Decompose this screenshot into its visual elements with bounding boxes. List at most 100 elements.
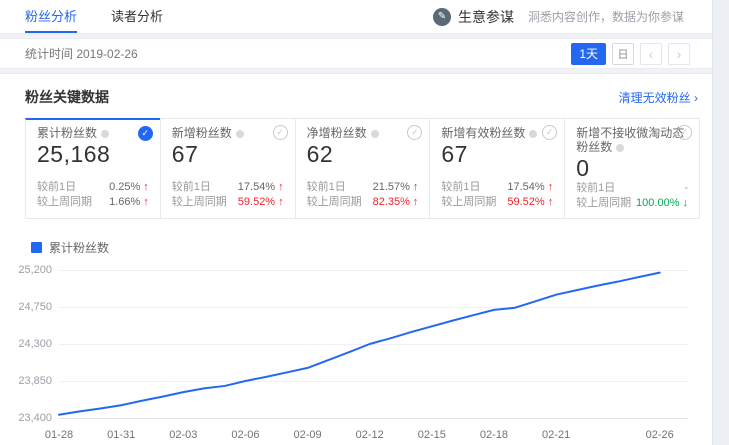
compare-value: 0.25% (109, 180, 140, 195)
stat-card-2[interactable]: ✓净增粉丝数 62 较前1日21.57%↑较上周同期82.35%↑ (295, 118, 431, 219)
line-series (59, 273, 660, 415)
compare-label: 较上周同期 (37, 195, 92, 210)
tab-reader-analysis[interactable]: 读者分析 (111, 0, 163, 33)
compare-row: 较前1日21.57%↑ (307, 180, 419, 195)
compare-value: 1.66% (109, 195, 140, 210)
x-tick-label: 02-03 (169, 429, 197, 441)
brand-lockup[interactable]: ✎ 生意参谋 洞悉内容创作，数据为你参谋 (433, 0, 684, 33)
card-compare-rows: 较前1日21.57%↑较上周同期82.35%↑ (307, 180, 419, 210)
compare-value: 17.54% (238, 180, 275, 195)
prev-day-button[interactable]: ‹ (640, 43, 662, 65)
y-tick-label: 23,400 (18, 412, 52, 424)
compare-label: 较上周同期 (576, 196, 631, 211)
calendar-button[interactable]: 日 (612, 43, 634, 65)
compare-label: 较前1日 (37, 180, 76, 195)
next-day-button[interactable]: › (668, 43, 690, 65)
calendar-icon: 日 (618, 46, 629, 62)
info-dot-icon (616, 144, 624, 152)
pen-circle-logo-icon: ✎ (433, 8, 451, 26)
compare-value: 59.52% (507, 195, 544, 210)
card-value: 67 (172, 142, 284, 167)
stat-card-4[interactable]: ✓新增不接收微淘动态粉丝数0较前1日 - 较上周同期 100.00%↓ (564, 118, 700, 219)
check-circle-icon[interactable]: ✓ (542, 125, 557, 140)
stat-time-label: 统计时间 2019-02-26 (25, 45, 138, 62)
card-title: 新增有效粉丝数 (441, 126, 553, 140)
compare-row: 较上周同期 100.00%↓ (576, 196, 688, 211)
info-dot-icon (236, 130, 244, 138)
compare-row: 较前1日 0.25%↑ (37, 180, 149, 195)
section-header: 粉丝关键数据 清理无效粉丝 › (25, 87, 700, 107)
arrow-up-icon: ↑ (143, 180, 149, 195)
compare-label: 较上周同期 (307, 195, 362, 210)
compare-label: 较前1日 (576, 181, 615, 196)
check-circle-icon[interactable]: ✓ (273, 125, 288, 140)
compare-value: 100.00% (636, 196, 679, 211)
info-dot-icon (101, 130, 109, 138)
chevron-right-icon: › (677, 46, 682, 62)
arrow-up-icon: ↑ (413, 180, 419, 195)
clean-invalid-fans-link[interactable]: 清理无效粉丝 › (619, 89, 698, 106)
card-title: 新增粉丝数 (172, 126, 284, 140)
top-tab-bar: 粉丝分析 读者分析 ✎ 生意参谋 洞悉内容创作，数据为你参谋 (0, 0, 712, 33)
arrow-up-icon: ↑ (278, 195, 284, 210)
range-1day-button[interactable]: 1天 (571, 43, 606, 65)
compare-value: 59.52% (238, 195, 275, 210)
legend-label: 累计粉丝数 (49, 239, 109, 256)
gridline (59, 418, 688, 419)
content-area: 粉丝关键数据 清理无效粉丝 › ✓累计粉丝数25,168较前1日0.25%↑较上… (0, 74, 712, 445)
card-value: 62 (307, 142, 419, 167)
info-dot-icon (529, 130, 537, 138)
y-tick-label: 24,750 (18, 301, 52, 313)
compare-label: 较前1日 (441, 180, 480, 195)
chevron-left-icon: ‹ (649, 46, 654, 62)
arrow-down-icon: ↓ (682, 196, 688, 211)
compare-label: 较前1日 (172, 180, 211, 195)
card-title: 新增不接收微淘动态粉丝数 (576, 126, 688, 154)
compare-label: 较上周同期 (441, 195, 496, 210)
x-tick-label: 01-31 (107, 429, 135, 441)
x-tick-label: 02-12 (356, 429, 384, 441)
chart-legend[interactable]: 累计粉丝数 (31, 239, 700, 256)
brand-slogan: 洞悉内容创作，数据为你参谋 (528, 8, 684, 25)
date-controls: 1天 日 ‹ › (571, 43, 690, 65)
stat-card-3[interactable]: ✓新增有效粉丝数67较前1日17.54%↑较上周同期59.52%↑ (429, 118, 565, 219)
compare-value: - (684, 181, 688, 196)
stat-card-1[interactable]: ✓新增粉丝数 67 较前1日 17.54%↑较上周同期 59.52%↑ (160, 118, 296, 219)
compare-label: 较前1日 (307, 180, 346, 195)
compare-row: 较前1日17.54%↑ (441, 180, 553, 195)
x-tick-label: 02-18 (480, 429, 508, 441)
card-value: 0 (576, 156, 688, 181)
arrow-up-icon: ↑ (143, 195, 149, 210)
card-title: 净增粉丝数 (307, 126, 419, 140)
compare-row: 较前1日17.54%↑ (172, 180, 284, 195)
card-value: 25,168 (37, 142, 149, 167)
check-circle-icon[interactable]: ✓ (407, 125, 422, 140)
x-tick-label: 02-15 (418, 429, 446, 441)
compare-row: 较上周同期 1.66%↑ (37, 195, 149, 210)
y-tick-label: 24,300 (18, 338, 52, 350)
stat-card-0[interactable]: ✓累计粉丝数25,168较前1日0.25%↑较上周同期1.66%↑ (25, 118, 161, 219)
card-compare-rows: 较前1日 17.54%↑较上周同期 59.52%↑ (172, 180, 284, 210)
y-tick-label: 23,850 (18, 375, 52, 387)
main-panel: 粉丝分析 读者分析 ✎ 生意参谋 洞悉内容创作，数据为你参谋 统计时间 2019… (0, 0, 712, 445)
y-tick-label: 25,200 (18, 264, 52, 276)
legend-swatch-icon (31, 242, 42, 253)
compare-label: 较上周同期 (172, 195, 227, 210)
page-gutter-scroll-area[interactable] (712, 0, 729, 445)
fans-trend-line (59, 270, 688, 418)
compare-row: 较上周同期 59.52%↑ (172, 195, 284, 210)
chart-x-axis: 01-2801-3102-0302-0602-0902-1202-1502-18… (59, 425, 688, 445)
x-tick-label: 02-21 (542, 429, 570, 441)
tab-fan-analysis[interactable]: 粉丝分析 (25, 0, 77, 33)
compare-value: 17.54% (507, 180, 544, 195)
check-circle-selected-icon[interactable]: ✓ (138, 126, 153, 141)
compare-row: 较上周同期82.35%↑ (307, 195, 419, 210)
card-compare-rows: 较前1日17.54%↑较上周同期59.52%↑ (441, 180, 553, 210)
toolbar: 统计时间 2019-02-26 1天 日 ‹ › (0, 39, 712, 69)
brand-name: 生意参谋 (458, 7, 514, 27)
x-tick-label: 02-09 (293, 429, 321, 441)
arrow-up-icon: ↑ (413, 195, 419, 210)
check-circle-icon[interactable]: ✓ (677, 125, 692, 140)
card-value: 67 (441, 142, 553, 167)
page-title: 粉丝关键数据 (25, 87, 109, 107)
